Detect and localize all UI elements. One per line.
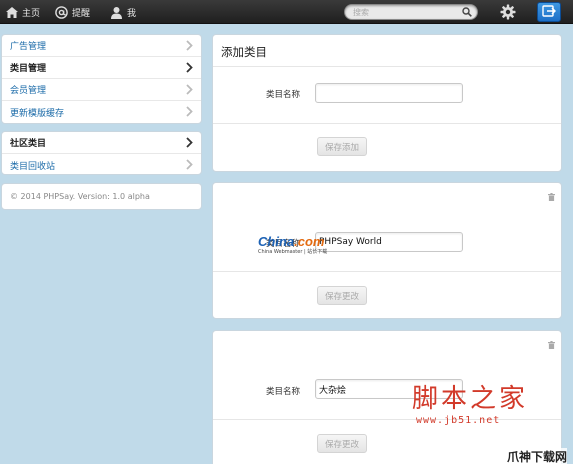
nav-home[interactable]: 主页 xyxy=(6,0,40,24)
save-changes-button[interactable]: 保存更改 xyxy=(317,286,368,305)
nav-me[interactable]: 我 xyxy=(110,0,136,24)
sidebar-footer: © 2014 PHPSay. Version: 1.0 alpha xyxy=(1,183,202,210)
user-icon xyxy=(110,6,123,19)
chevron-right-icon xyxy=(186,137,193,151)
sidebar-item-community-categories[interactable]: 社区类目 xyxy=(2,132,201,154)
save-changes-button[interactable]: 保存更改 xyxy=(317,434,368,453)
watermark-text: .com xyxy=(294,234,325,249)
save-add-button[interactable]: 保存添加 xyxy=(317,137,368,156)
jb51-watermark: 脚本之家 www.jb51.net xyxy=(412,378,528,426)
sidebar-item-label: 社区类目 xyxy=(10,139,47,149)
sidebar-item-label: 类目管理 xyxy=(10,64,47,74)
watermark-url: www.jb51.net xyxy=(416,415,501,426)
divider xyxy=(213,271,561,272)
category-name-label: 类目名称 xyxy=(266,90,301,100)
watermark-subtext: China Webmaster | 站长下载 xyxy=(258,249,328,255)
nav-home-label: 主页 xyxy=(22,8,41,19)
at-icon xyxy=(55,5,68,19)
compose-icon xyxy=(542,4,557,20)
new-category-name-input[interactable] xyxy=(315,83,463,103)
chevron-right-icon xyxy=(186,40,193,54)
corner-watermark: 爪神下载网 xyxy=(507,448,568,464)
category-name-label: 类目名称 xyxy=(266,387,301,397)
home-icon xyxy=(6,6,18,18)
top-navbar: 主页 提醒 我 xyxy=(0,0,573,24)
sidebar-item-members[interactable]: 会员管理 xyxy=(2,79,201,101)
search-input[interactable] xyxy=(353,5,463,19)
divider xyxy=(213,66,561,67)
chevron-right-icon xyxy=(186,159,193,173)
nav-mentions-label: 提醒 xyxy=(72,8,91,19)
page-title: 添加类目 xyxy=(221,45,267,59)
category-menu: 社区类目 类目回收站 xyxy=(1,131,202,175)
sidebar-item-ads[interactable]: 广告管理 xyxy=(2,35,201,57)
chevron-right-icon xyxy=(186,106,193,120)
gear-icon[interactable] xyxy=(500,4,516,23)
sidebar-item-recycle-bin[interactable]: 类目回收站 xyxy=(2,154,201,176)
sidebar-item-label: 更新模版缓存 xyxy=(10,108,65,119)
sidebar-item-template-cache[interactable]: 更新模版缓存 xyxy=(2,101,201,123)
chevron-right-icon xyxy=(186,62,193,76)
category-name-input[interactable] xyxy=(315,232,463,252)
nav-mentions[interactable]: 提醒 xyxy=(55,0,90,24)
search-icon[interactable] xyxy=(462,7,472,20)
sidebar-item-label: 会员管理 xyxy=(10,86,47,96)
china-webmaster-watermark: China.com China Webmaster | 站长下载 xyxy=(258,234,327,255)
search-box xyxy=(344,4,478,20)
trash-icon[interactable] xyxy=(548,341,555,352)
trash-icon[interactable] xyxy=(548,193,555,204)
divider xyxy=(213,123,561,124)
watermark-text: 脚本之家 xyxy=(412,384,529,414)
watermark-text: China xyxy=(258,234,295,249)
add-category-panel: 添加类目 类目名称 保存添加 xyxy=(212,34,562,172)
sidebar-item-categories[interactable]: 类目管理 xyxy=(2,57,201,79)
chevron-right-icon xyxy=(186,84,193,98)
admin-menu: 广告管理 类目管理 会员管理 更新模版缓存 xyxy=(1,34,202,124)
sidebar-item-label: 类目回收站 xyxy=(10,161,56,172)
copyright-text: © 2014 PHPSay. Version: 1.0 alpha xyxy=(10,192,150,201)
sidebar-item-label: 广告管理 xyxy=(10,42,47,52)
nav-me-label: 我 xyxy=(127,8,137,19)
compose-button[interactable] xyxy=(537,2,561,22)
